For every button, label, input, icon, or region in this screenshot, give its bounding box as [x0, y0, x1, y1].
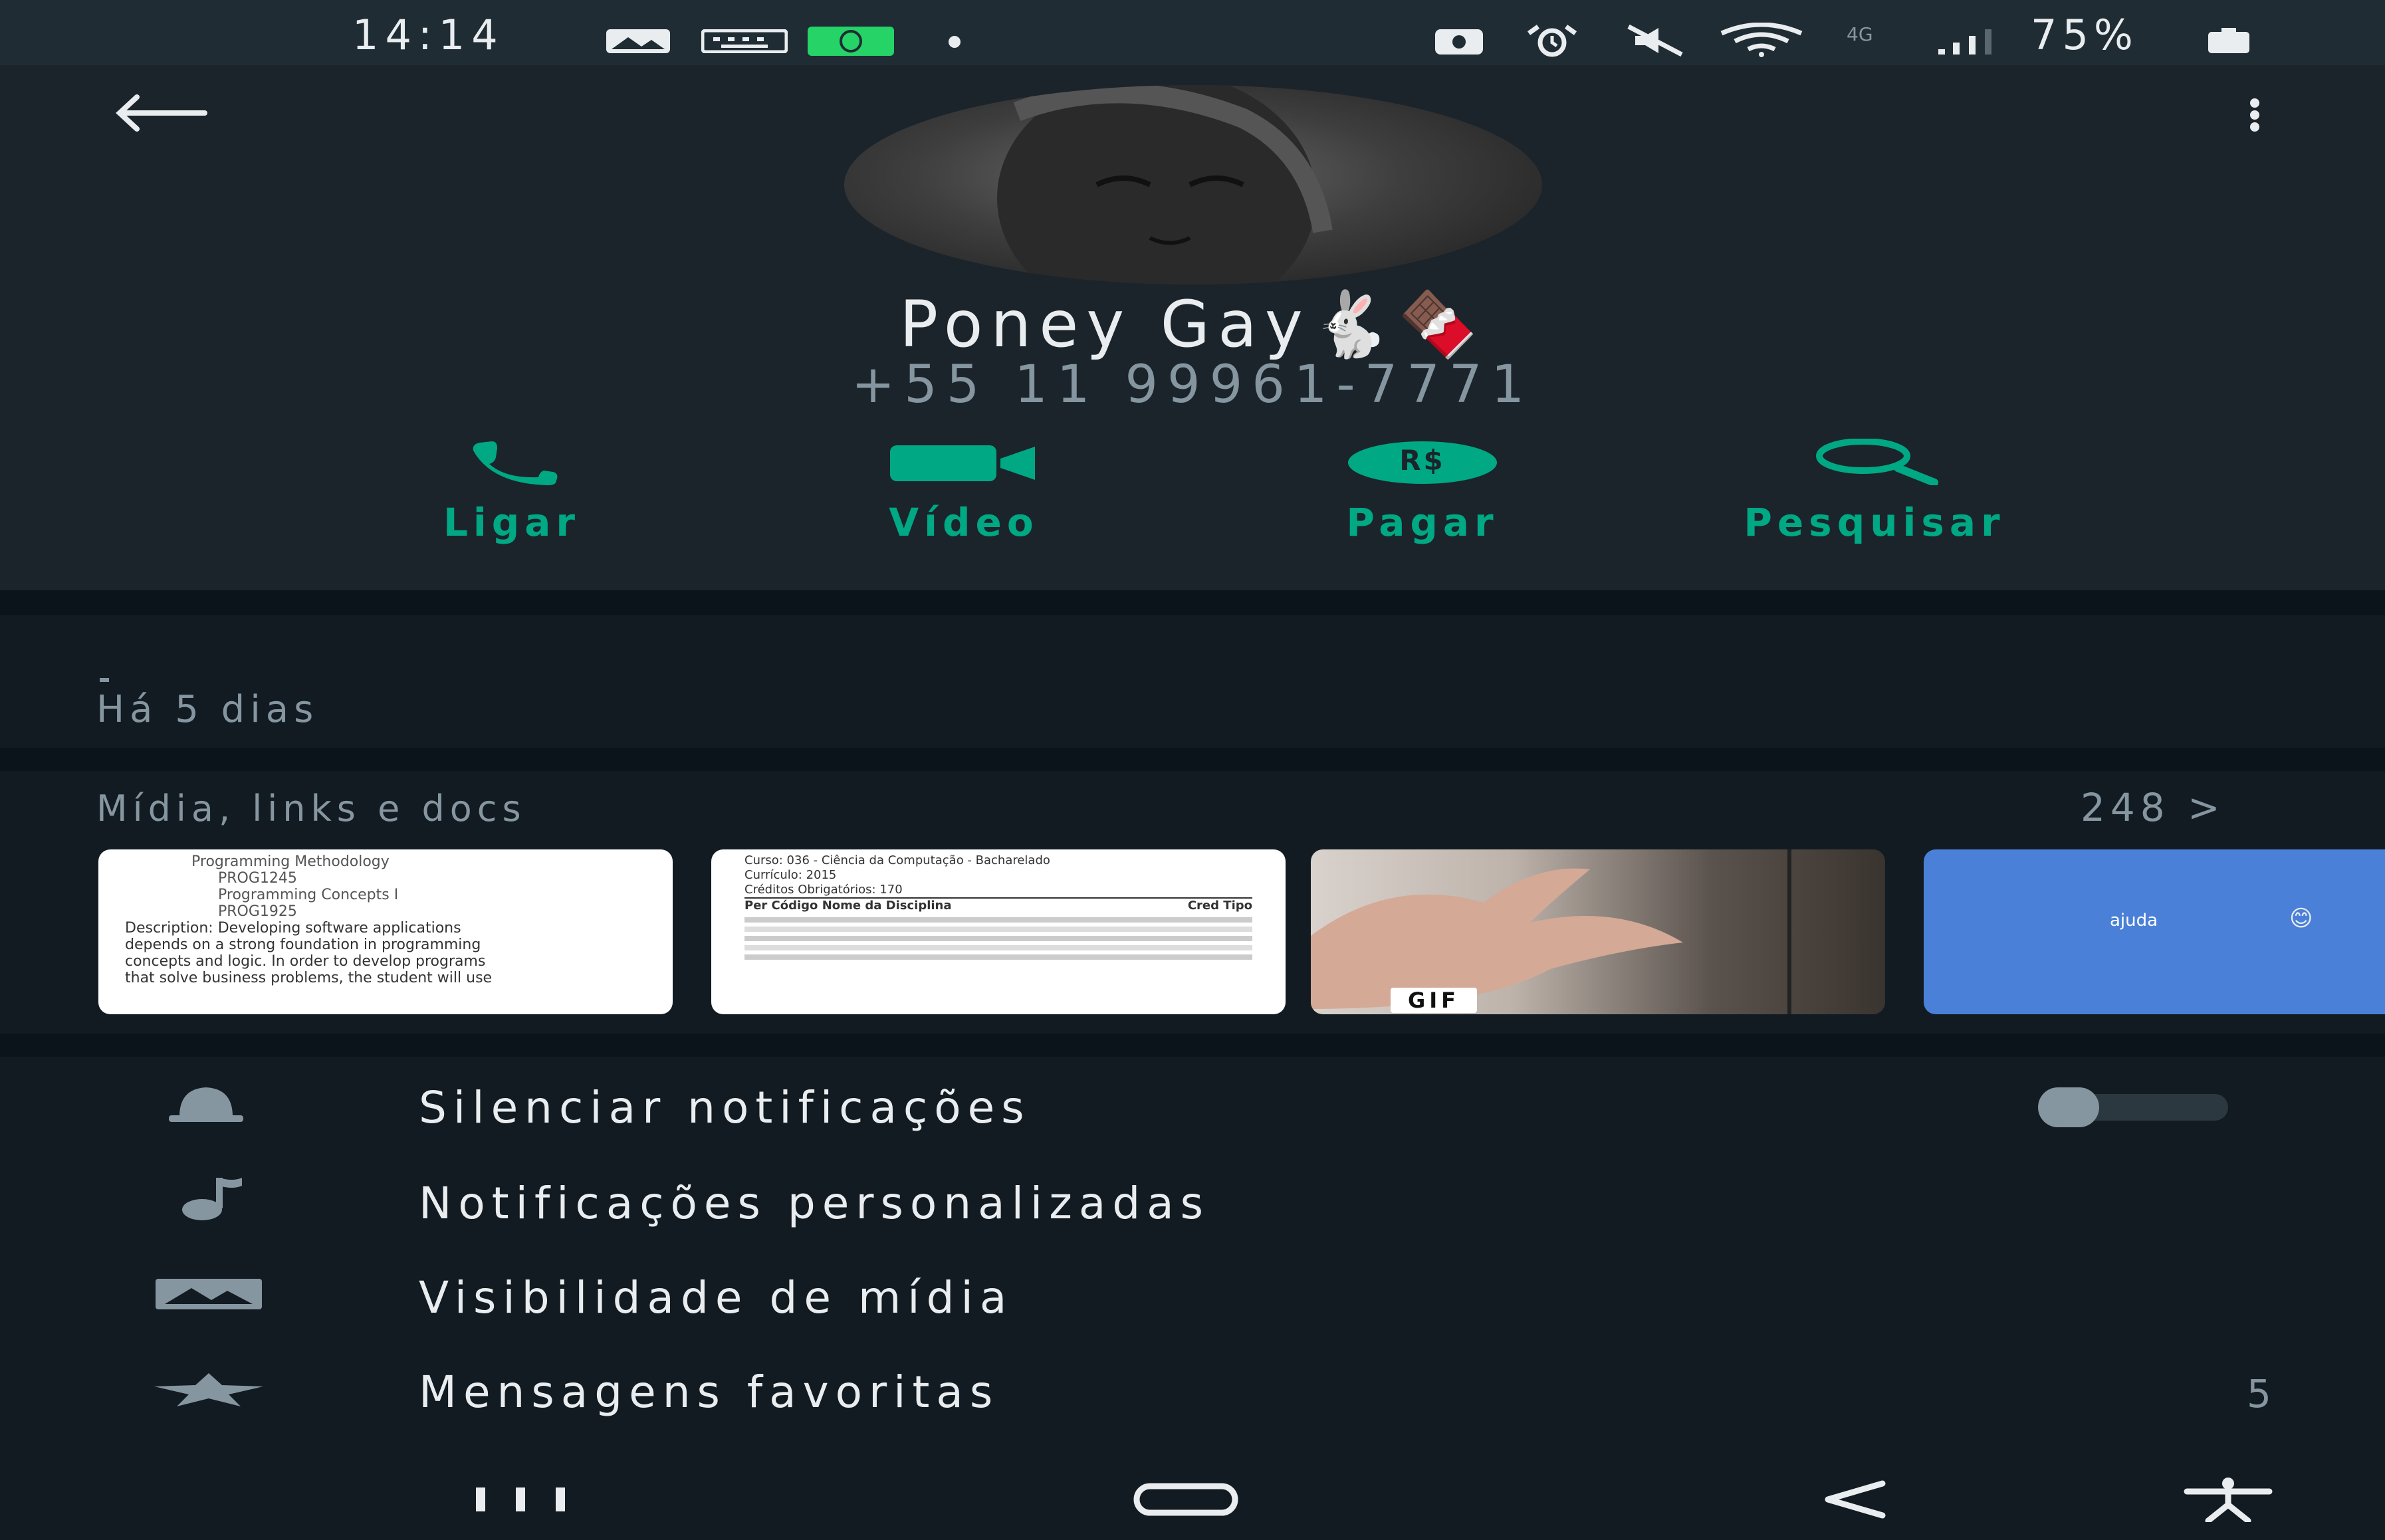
mute-notifications-row[interactable]: Silenciar notificações: [0, 1063, 2385, 1143]
dot-icon: [949, 36, 961, 48]
doc-subheader: Currículo: 2015: [744, 868, 837, 882]
star-icon: [154, 1373, 263, 1406]
wifi-icon: [1720, 23, 1803, 57]
search-label: Pesquisar: [1744, 500, 2005, 545]
more-vert-icon[interactable]: [2241, 98, 2268, 132]
status-time: 14:14: [352, 11, 505, 59]
media-visibility-row[interactable]: Visibilidade de mídia: [0, 1254, 2385, 1333]
doc-col-right: Cred Tipo: [1187, 899, 1252, 913]
recent-apps-icon[interactable]: [473, 1486, 569, 1513]
back-nav-icon[interactable]: [1821, 1480, 1888, 1519]
nfc-icon: [1435, 29, 1483, 55]
search-button[interactable]: Pesquisar: [1728, 439, 2021, 545]
image-icon: [156, 1279, 262, 1309]
starred-messages-label: Mensagens favoritas: [419, 1367, 1000, 1418]
starred-messages-row[interactable]: Mensagens favoritas: [0, 1348, 2385, 1428]
bell-icon: [169, 1087, 243, 1122]
network-type: 4G: [1847, 23, 1873, 45]
link-text: ajuda: [2110, 911, 2158, 931]
about-status: [100, 678, 109, 682]
doc-line: Description: Developing software applica…: [125, 920, 461, 936]
doc-line: that solve business problems, the studen…: [125, 970, 493, 986]
accessibility-icon[interactable]: [2182, 1477, 2275, 1522]
pay-badge: R$: [1399, 444, 1446, 477]
media-thumb-gif[interactable]: GIF: [1311, 849, 1885, 1014]
section-divider: [0, 1034, 2385, 1057]
whatsapp-business-icon: [808, 27, 894, 56]
doc-line: Programming Methodology: [191, 853, 390, 870]
phone-icon: [473, 441, 558, 485]
section-divider: [0, 590, 2385, 615]
music-note-icon: [182, 1178, 242, 1220]
mute-icon: [1627, 24, 1683, 57]
keyboard-icon: [701, 29, 788, 53]
video-icon: [890, 445, 1035, 481]
section-divider: [0, 748, 2385, 771]
doc-col-left: Per Código Nome da Disciplina: [744, 899, 952, 913]
pay-button[interactable]: R$ Pagar: [1283, 439, 1562, 545]
media-thumb-document[interactable]: Programming Methodology PROG1245 Program…: [98, 849, 673, 1014]
home-icon[interactable]: [1133, 1482, 1239, 1517]
doc-header: Curso: 036 - Ciência da Computação - Bac…: [744, 853, 1050, 867]
profile-avatar[interactable]: [844, 85, 1542, 284]
doc-line: PROG1925: [218, 903, 297, 920]
signal-icon: [1938, 29, 1991, 55]
contact-phone[interactable]: +55 11 99961-7771: [0, 359, 2385, 411]
media-title[interactable]: Mídia, links e docs: [96, 791, 526, 827]
alarm-icon: [1527, 25, 1577, 57]
link-emoji: 😊: [2289, 905, 2313, 932]
custom-notifications-row[interactable]: Notificações personalizadas: [0, 1159, 2385, 1239]
search-icon: [1816, 439, 1938, 485]
battery-percent: 75%: [2031, 11, 2138, 59]
media-visibility-label: Visibilidade de mídia: [419, 1272, 1014, 1323]
doc-line: Programming Concepts I: [218, 887, 399, 903]
doc-line: concepts and logic. In order to develop …: [125, 953, 486, 970]
doc-credits: Créditos Obrigatórios: 170: [744, 883, 903, 897]
about-section[interactable]: [0, 615, 2385, 748]
media-thumb-link[interactable]: ajuda 😊: [1924, 849, 2385, 1014]
mute-toggle-thumb[interactable]: [2038, 1087, 2099, 1127]
custom-notifications-label: Notificações personalizadas: [419, 1178, 1210, 1229]
doc-line: depends on a strong foundation in progra…: [125, 936, 481, 953]
battery-icon: [2208, 28, 2249, 53]
contact-name: Poney Gay🐇🍫: [899, 287, 1486, 362]
gallery-icon: [606, 29, 670, 53]
video-button[interactable]: Vídeo: [824, 439, 1103, 545]
arrow-left-icon[interactable]: [112, 93, 208, 133]
starred-count: 5: [2247, 1371, 2271, 1416]
gif-badge: GIF: [1391, 988, 1478, 1013]
doc-line: PROG1245: [218, 870, 297, 887]
video-label: Vídeo: [889, 500, 1039, 545]
media-thumb-document[interactable]: Curso: 036 - Ciência da Computação - Bac…: [711, 849, 1286, 1014]
pay-label: Pagar: [1346, 500, 1499, 545]
call-label: Ligar: [443, 500, 581, 545]
mute-notifications-label: Silenciar notificações: [419, 1082, 1031, 1133]
call-button[interactable]: Ligar: [372, 439, 651, 545]
media-count[interactable]: 248 >: [2081, 788, 2225, 827]
about-time: Há 5 dias: [96, 688, 319, 731]
